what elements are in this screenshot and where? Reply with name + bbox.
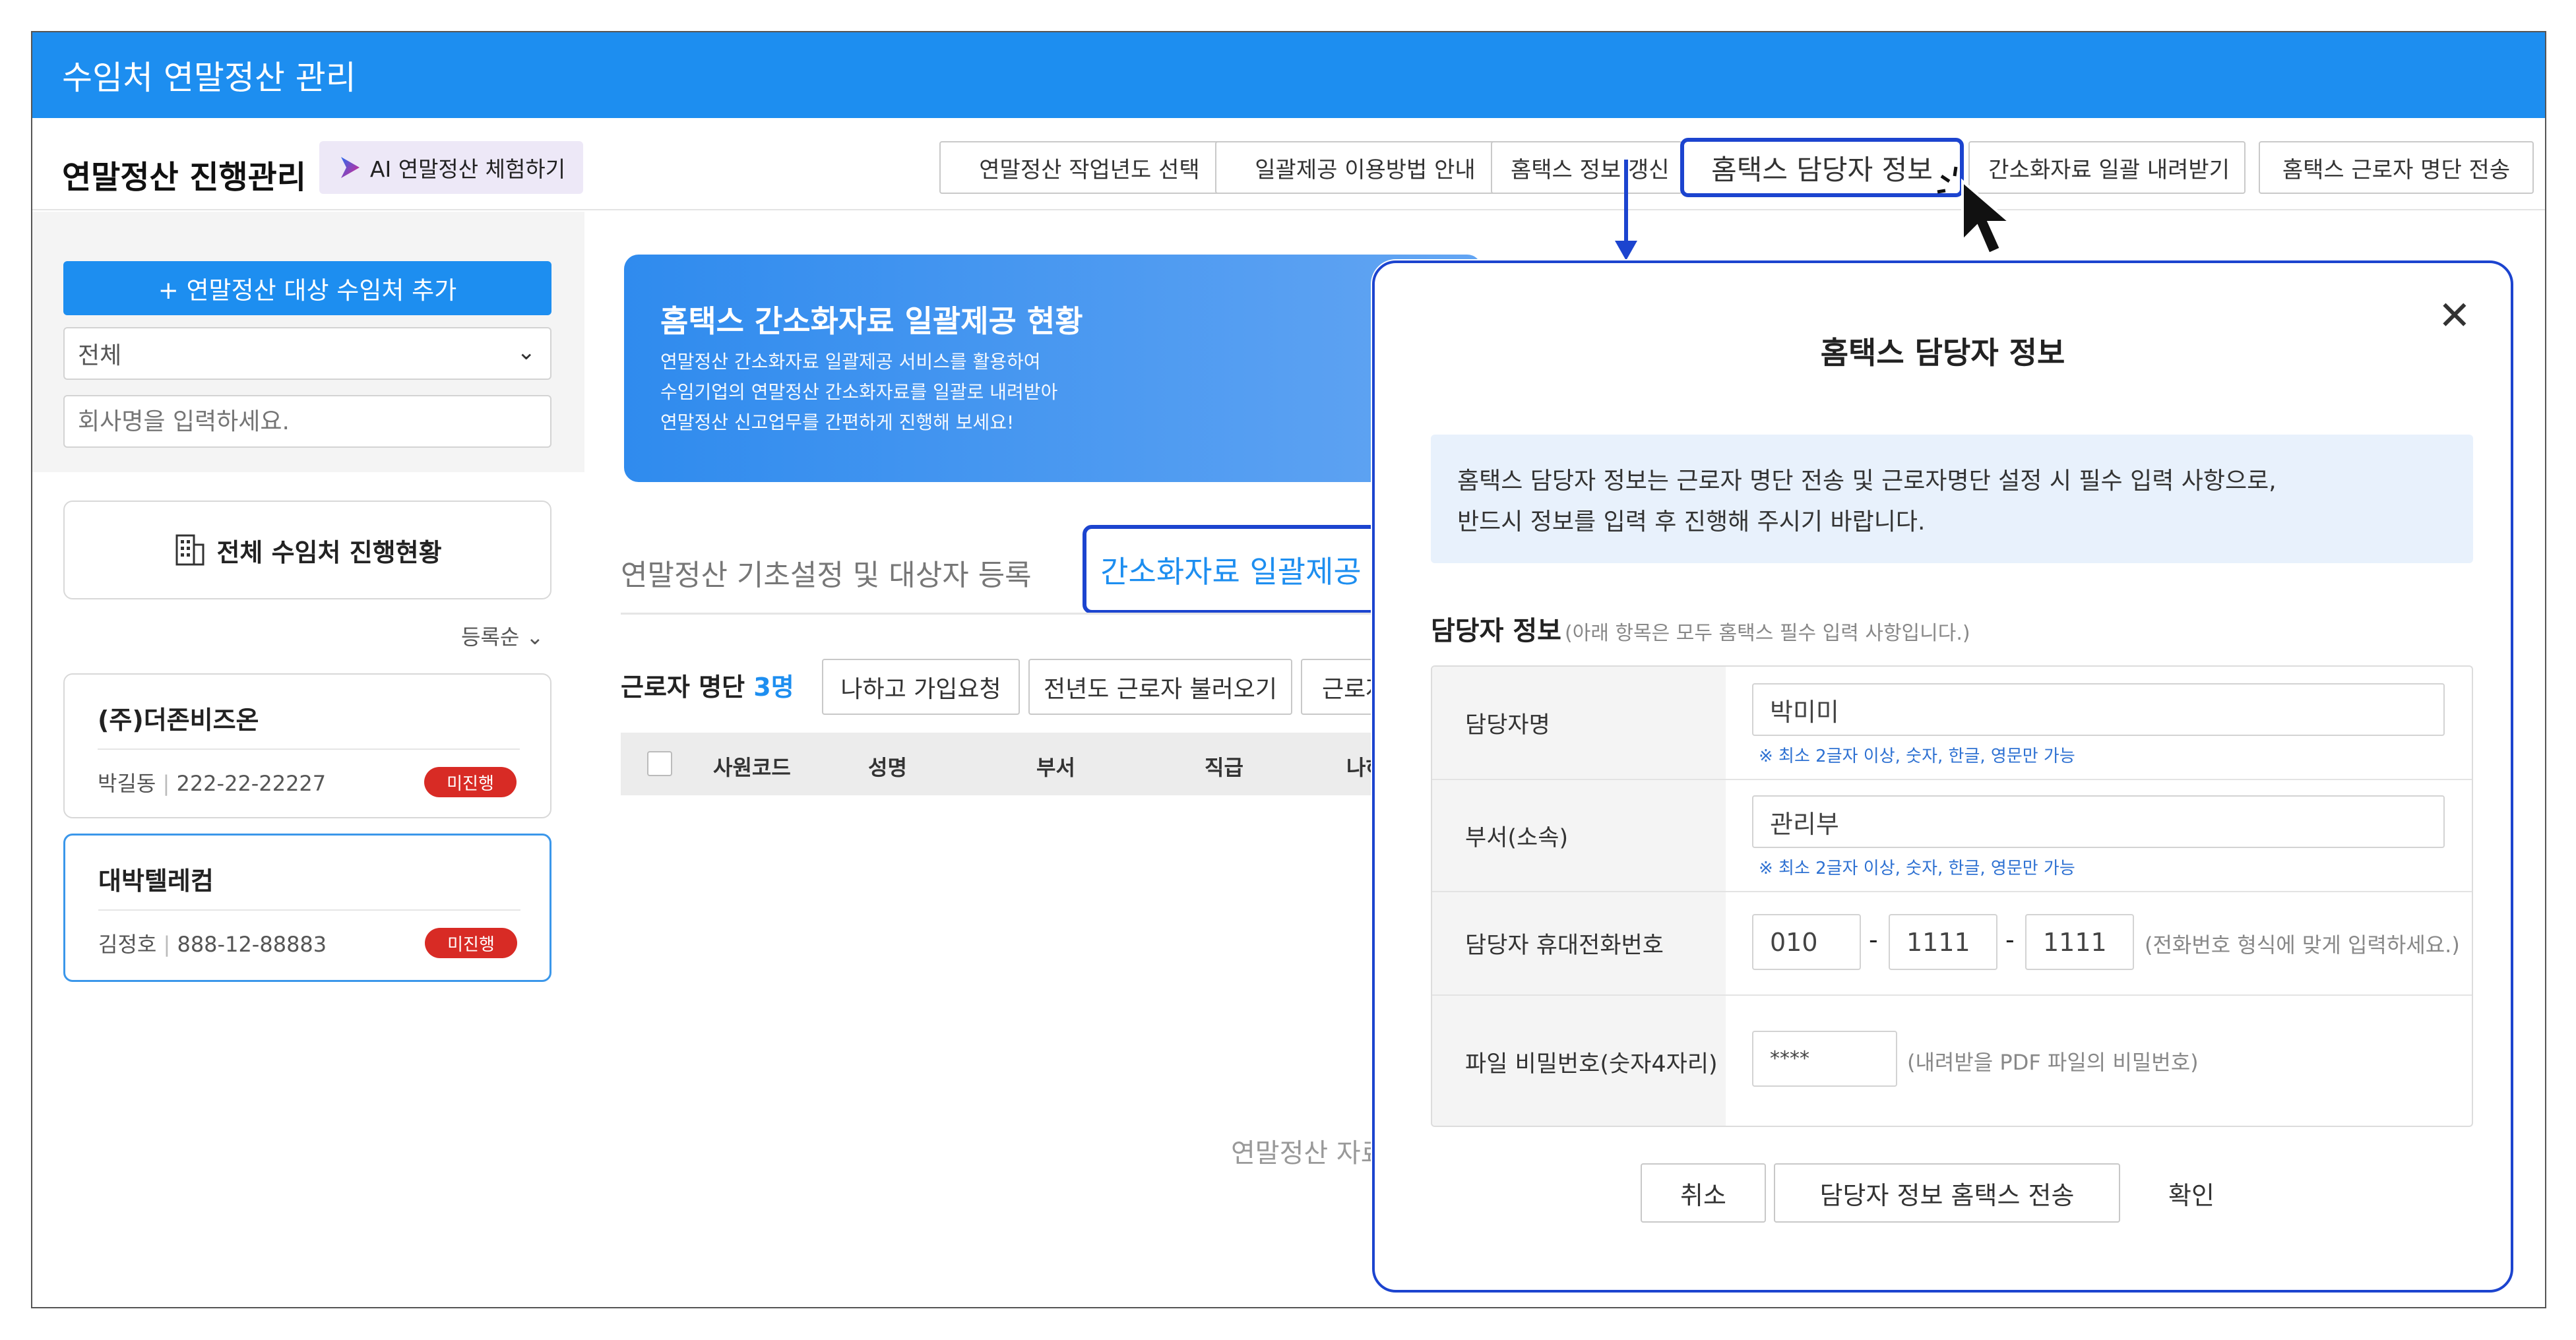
info-notice: 홈택스 담당자 정보는 근로자 명단 전송 및 근로자명단 설정 시 필수 입력… [1431, 435, 2473, 563]
info-line: 반드시 정보를 입력 후 진행해 주시기 바랍니다. [1457, 508, 1926, 535]
tab-bulk-provide-label: 간소화자료 일괄제공 [1100, 553, 1362, 590]
password-note: (내려받을 PDF 파일의 비밀번호) [1907, 1050, 2199, 1075]
info-line: 홈택스 담당자 정보는 근로자 명단 전송 및 근로자명단 설정 시 필수 입력… [1457, 468, 2277, 495]
modal-title: 홈택스 담당자 정보 [1820, 335, 2065, 371]
cancel-button[interactable]: 취소 [1641, 1163, 1766, 1223]
worker-list-label: 근로자 명단 3명 [621, 667, 794, 703]
close-icon[interactable]: ✕ [2438, 296, 2471, 336]
banner-line: 수임기업의 연말정산 간소화자료를 일괄로 내려받아 [660, 381, 1058, 403]
select-all-checkbox[interactable] [647, 751, 672, 776]
select-year-button[interactable]: 연말정산 작업년도 선택 [939, 141, 1240, 194]
phone-separator: - [1869, 925, 1878, 954]
naha-signup-request-button[interactable]: 나하고 가입요청 [822, 659, 1020, 715]
mouse-cursor-icon [1937, 166, 2014, 256]
section-title: 담당자 정보 [1431, 616, 1561, 646]
tab-bulk-provide[interactable]: 간소화자료 일괄제공 [1083, 525, 1379, 614]
banner-line: 연말정산 간소화자료 일괄제공 서비스를 활용하여 [660, 351, 1041, 373]
field-hint: ※ 최소 2글자 이상, 숫자, 한글, 영문만 가능 [1759, 746, 2075, 766]
send-worker-list-button[interactable]: 홈택스 근로자 명단 전송 [2259, 141, 2534, 194]
hometax-manager-info-button[interactable]: 홈택스 담당자 정보 [1680, 138, 1964, 197]
manager-form: 담당자명 ※ 최소 2글자 이상, 숫자, 한글, 영문만 가능 부서(소속) … [1431, 665, 2473, 1127]
bulk-guide-button[interactable]: 일괄제공 이용방법 안내 [1215, 141, 1515, 194]
field-label: 담당자명 [1432, 667, 1726, 779]
sidebar: + 연말정산 대상 수임처 추가 전체 ⌄ 전체 수임처 진행현황 등록순 ⌄ … [32, 212, 584, 1307]
client-status-button[interactable]: 전체 수임처 진행현황 [63, 501, 551, 599]
client-biz-no: 222-22-22227 [176, 771, 327, 796]
hometax-manager-modal: 홈택스 담당자 정보 ✕ 홈택스 담당자 정보는 근로자 명단 전송 및 근로자… [1372, 260, 2513, 1293]
field-label: 부서(소속) [1432, 780, 1726, 891]
client-meta: 김정호 | 888-12-88883 [98, 932, 327, 957]
client-status-label: 전체 수임처 진행현황 [216, 537, 442, 567]
tab-divider [621, 613, 1478, 615]
section-header: 담당자 정보 (아래 항목은 모두 홈택스 필수 입력 사항입니다.) [1431, 609, 1970, 648]
status-badge: 미진행 [425, 928, 517, 958]
column-header: 성명 [868, 755, 907, 780]
page-title: 연말정산 진행관리 [62, 159, 306, 196]
list-count: 3명 [753, 673, 794, 702]
window-title: 수임처 연말정산 관리 [62, 59, 356, 97]
phone-prefix-input[interactable] [1752, 914, 1861, 970]
status-badge: 미진행 [424, 767, 517, 797]
ai-trial-label: AI 연말정산 체험하기 [369, 156, 566, 182]
banner-line: 연말정산 신고업무를 간편하게 진행해 보세요! [660, 411, 1015, 433]
column-header: 부서 [1036, 755, 1075, 780]
file-password-input[interactable] [1752, 1031, 1897, 1087]
ai-logo-icon [340, 157, 360, 178]
client-name: 대박텔레컴 [98, 867, 214, 896]
sort-label: 등록순 [461, 624, 520, 650]
load-previous-workers-button[interactable]: 전년도 근로자 불러오기 [1028, 659, 1292, 715]
department-input[interactable] [1752, 795, 2445, 848]
client-card[interactable]: (주)더존비즈온 박길동 | 222-22-22227 미진행 [63, 673, 551, 818]
status-banner: 홈택스 간소화자료 일괄제공 현황 연말정산 간소화자료 일괄제공 서비스를 활… [624, 255, 1482, 482]
field-label: 담당자 휴대전화번호 [1432, 892, 1726, 994]
column-header: 사원코드 [713, 755, 791, 780]
client-meta: 박길동 | 222-22-22227 [98, 771, 327, 796]
divider [98, 748, 520, 750]
banner-title: 홈택스 간소화자료 일괄제공 현황 [660, 303, 1083, 339]
section-note: (아래 항목은 모두 홈택스 필수 입력 사항입니다.) [1565, 622, 1970, 645]
list-label-text: 근로자 명단 [621, 673, 745, 702]
add-client-button[interactable]: + 연말정산 대상 수임처 추가 [63, 261, 551, 315]
client-name: (주)더존비즈온 [98, 706, 259, 735]
client-biz-no: 888-12-88883 [177, 932, 327, 957]
column-header: 직급 [1205, 755, 1243, 780]
hometax-refresh-button[interactable]: 홈택스 정보 갱신 [1491, 141, 1682, 194]
phone-middle-input[interactable] [1889, 914, 1997, 970]
arrow-icon [1615, 160, 1637, 260]
table-header: 사원코드 성명 부서 직급 나하 [621, 733, 1478, 795]
send-to-hometax-button[interactable]: 담당자 정보 홈택스 전송 [1774, 1163, 2120, 1223]
toolbar: 연말정산 진행관리 AI 연말정산 체험하기 연말정산 작업년도 선택 일괄제공… [32, 118, 2545, 210]
phone-note: (전화번호 형식에 맞게 입력하세요.) [2145, 932, 2460, 958]
phone-last-input[interactable] [2025, 914, 2134, 970]
field-hint: ※ 최소 2글자 이상, 숫자, 한글, 영문만 가능 [1759, 859, 2075, 878]
sort-dropdown[interactable]: 등록순 ⌄ [461, 621, 544, 651]
divider [98, 909, 520, 911]
field-label: 파일 비밀번호(숫자4자리) [1432, 996, 1726, 1126]
client-filter-select[interactable]: 전체 ⌄ [63, 327, 551, 380]
client-rep: 박길동 [98, 771, 156, 796]
phone-separator: - [2005, 925, 2015, 954]
chevron-down-icon: ⌄ [517, 339, 536, 365]
confirm-button[interactable]: 확인 [2129, 1163, 2254, 1223]
company-search-input[interactable] [63, 395, 551, 448]
title-bar: 수임처 연말정산 관리 [32, 32, 2545, 118]
tab-basic-setup[interactable]: 연말정산 기초설정 및 대상자 등록 [621, 551, 1032, 594]
filter-value: 전체 [78, 342, 122, 369]
client-rep: 김정호 [98, 932, 157, 957]
banner-text: 연말정산 간소화자료 일괄제공 서비스를 활용하여 수임기업의 연말정산 간소화… [660, 347, 1057, 438]
client-card[interactable]: 대박텔레컴 김정호 | 888-12-88883 미진행 [63, 834, 551, 982]
building-icon [175, 534, 204, 566]
manager-name-input[interactable] [1752, 683, 2445, 736]
ai-trial-button[interactable]: AI 연말정산 체험하기 [319, 141, 583, 194]
chevron-down-icon: ⌄ [526, 624, 544, 650]
